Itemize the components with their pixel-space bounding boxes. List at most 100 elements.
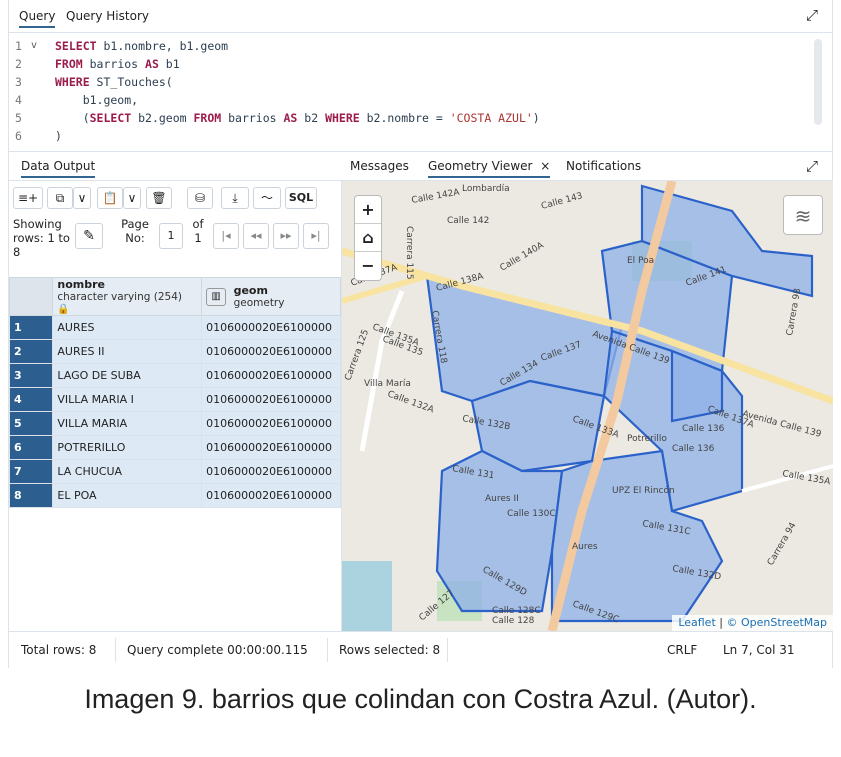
download-icon[interactable]: ⤓ (221, 187, 249, 209)
add-row-button[interactable]: ≡+ (13, 187, 43, 209)
cell-geom[interactable]: 0106000020E6100000 (201, 363, 341, 388)
column-name-geom: geom (233, 284, 268, 297)
showing-rows-label: Showing rows: 1 to 8 (13, 217, 70, 259)
cell-geom[interactable]: 0106000020E6100000 (201, 315, 341, 340)
last-page-button[interactable]: ▸| (303, 223, 329, 249)
layers-icon[interactable]: ≋ (783, 195, 823, 235)
expand-icon[interactable]: ⤢ (806, 6, 818, 24)
column-header-geom[interactable]: ▥ geom geometry (201, 277, 341, 316)
cell-nombre[interactable]: AURES (52, 315, 203, 340)
column-name-nombre: nombre (57, 278, 105, 291)
geometry-viewer-map[interactable]: Lombardía Calle 142A Calle 142 Calle 143 Car… (342, 181, 833, 631)
save-data-icon[interactable]: ⛁ (187, 187, 213, 209)
row-number-cell[interactable]: 4 (8, 387, 54, 412)
cell-nombre[interactable]: EL POA (52, 483, 203, 508)
edit-icon[interactable]: ✎ (75, 223, 103, 249)
tab-data-output[interactable]: Data Output (21, 159, 96, 178)
table-row[interactable]: 2 AURES II 0106000020E6100000 (8, 339, 341, 364)
row-number-cell[interactable]: 8 (8, 483, 54, 508)
status-divider (447, 638, 448, 662)
table-row[interactable]: 5 VILLA MARIA 0106000020E6100000 (8, 411, 341, 436)
cell-nombre[interactable]: AURES II (52, 339, 203, 364)
delete-icon[interactable]: 🗑 (146, 187, 172, 209)
cell-nombre[interactable]: VILLA MARIA I (52, 387, 203, 412)
sql-token: b2 (297, 111, 326, 125)
map-view-icon[interactable]: ▥ (206, 287, 227, 306)
tab-query[interactable]: Query (19, 9, 56, 28)
sql-token: ) (532, 111, 540, 125)
table-row[interactable]: 4 VILLA MARIA I 0106000020E6100000 (8, 387, 341, 412)
table-row[interactable]: 8 EL POA 0106000020E6100000 (8, 483, 341, 508)
paste-button[interactable]: 📋 (97, 187, 123, 209)
row-number-cell[interactable]: 6 (8, 435, 54, 460)
line-number: 3 (15, 75, 22, 89)
sql-token: b2.nombre = (359, 111, 450, 125)
cell-nombre[interactable]: VILLA MARIA (52, 411, 203, 436)
cell-geom[interactable]: 0106000020E6100000 (201, 459, 341, 484)
table-row[interactable]: 6 POTRERILLO 0106000020E6100000 (8, 435, 341, 460)
results-grid: nombre character varying (254) 🔒 ▥ geom … (8, 277, 341, 508)
code-text: SELECT b1.nombre, b1.geom (55, 37, 228, 55)
close-icon[interactable]: × (540, 159, 550, 173)
copy-button[interactable]: ⧉ (47, 187, 73, 209)
result-tabs-bar: Data Output Messages Geometry Viewer × N… (9, 151, 832, 181)
prev-page-button[interactable]: ◂◂ (243, 223, 269, 249)
page-number-input[interactable]: 1 (159, 223, 183, 249)
of-label: of 1 (191, 217, 205, 245)
sql-keyword: FROM (55, 57, 83, 71)
sql-editor[interactable]: 1 v SELECT b1.nombre, b1.geom 2 FROM barrios… (9, 33, 832, 151)
row-number-cell[interactable]: 5 (8, 411, 54, 436)
cell-nombre[interactable]: LAGO DE SUBA (52, 363, 203, 388)
table-row[interactable]: 1 AURES 0106000020E6100000 (8, 315, 341, 340)
cell-nombre[interactable]: LA CHUCUA (52, 459, 203, 484)
tab-geometry-viewer-label: Geometry Viewer (428, 159, 533, 173)
page-no-label: Page No: (121, 217, 149, 245)
row-number-cell[interactable]: 3 (8, 363, 54, 388)
cell-geom[interactable]: 0106000020E6100000 (201, 339, 341, 364)
cell-geom[interactable]: 0106000020E6100000 (201, 483, 341, 508)
column-header-nombre[interactable]: nombre character varying (254) 🔒 (52, 277, 203, 316)
map-street-label: Calle 128C (492, 606, 541, 616)
sql-token: ) (55, 129, 62, 143)
cell-nombre[interactable]: POTRERILLO (52, 435, 203, 460)
status-bar: Total rows: 8 Query complete 00:00:00.11… (9, 631, 832, 668)
leaflet-link[interactable]: Leaflet (678, 616, 715, 629)
next-page-button[interactable]: ▸▸ (273, 223, 299, 249)
cell-geom[interactable]: 0106000020E6100000 (201, 387, 341, 412)
row-number-cell[interactable]: 7 (8, 459, 54, 484)
first-page-button[interactable]: |◂ (213, 223, 239, 249)
copy-options-dropdown[interactable]: ∨ (73, 187, 91, 209)
sql-string: 'COSTA AZUL' (449, 111, 533, 125)
map-street-label: Calle 128 (492, 616, 535, 626)
column-type-nombre: character varying (254) 🔒 (57, 291, 197, 315)
row-number-cell[interactable]: 1 (8, 315, 54, 340)
cell-geom[interactable]: 0106000020E6100000 (201, 411, 341, 436)
map-attribution: Leaflet | © OpenStreetMap (672, 615, 833, 631)
paste-options-dropdown[interactable]: ∨ (123, 187, 141, 209)
table-row[interactable]: 7 LA CHUCUA 0106000020E6100000 (8, 459, 341, 484)
cell-geom[interactable]: 0106000020E6100000 (201, 435, 341, 460)
fold-chevron-icon[interactable]: v (31, 37, 37, 55)
table-row[interactable]: 3 LAGO DE SUBA 0106000020E6100000 (8, 363, 341, 388)
total-rows-status: Total rows: 8 (21, 643, 97, 657)
tab-messages[interactable]: Messages (350, 159, 409, 173)
line-ending-status: CRLF (667, 643, 698, 657)
tab-geometry-viewer[interactable]: Geometry Viewer × (428, 159, 551, 178)
home-icon[interactable]: ⌂ (355, 224, 381, 252)
openstreetmap-link[interactable]: © OpenStreetMap (726, 616, 827, 629)
sql-keyword: SELECT (89, 111, 132, 125)
expand-results-icon[interactable]: ⤢ (806, 157, 818, 175)
tab-query-history[interactable]: Query History (66, 9, 149, 23)
editor-scrollbar[interactable] (814, 39, 822, 125)
zoom-controls: + ⌂ − (354, 195, 382, 281)
graph-icon[interactable]: 〜 (253, 187, 281, 209)
sql-keyword: AS (283, 111, 298, 125)
sql-token: b2.geom (131, 111, 194, 125)
polygon-aures-ii[interactable] (435, 449, 564, 613)
tab-notifications[interactable]: Notifications (566, 159, 641, 173)
zoom-in-button[interactable]: + (355, 196, 381, 224)
row-number-header[interactable] (8, 277, 54, 316)
row-number-cell[interactable]: 2 (8, 339, 54, 364)
zoom-out-button[interactable]: − (355, 252, 381, 280)
sql-button[interactable]: SQL (285, 187, 317, 209)
